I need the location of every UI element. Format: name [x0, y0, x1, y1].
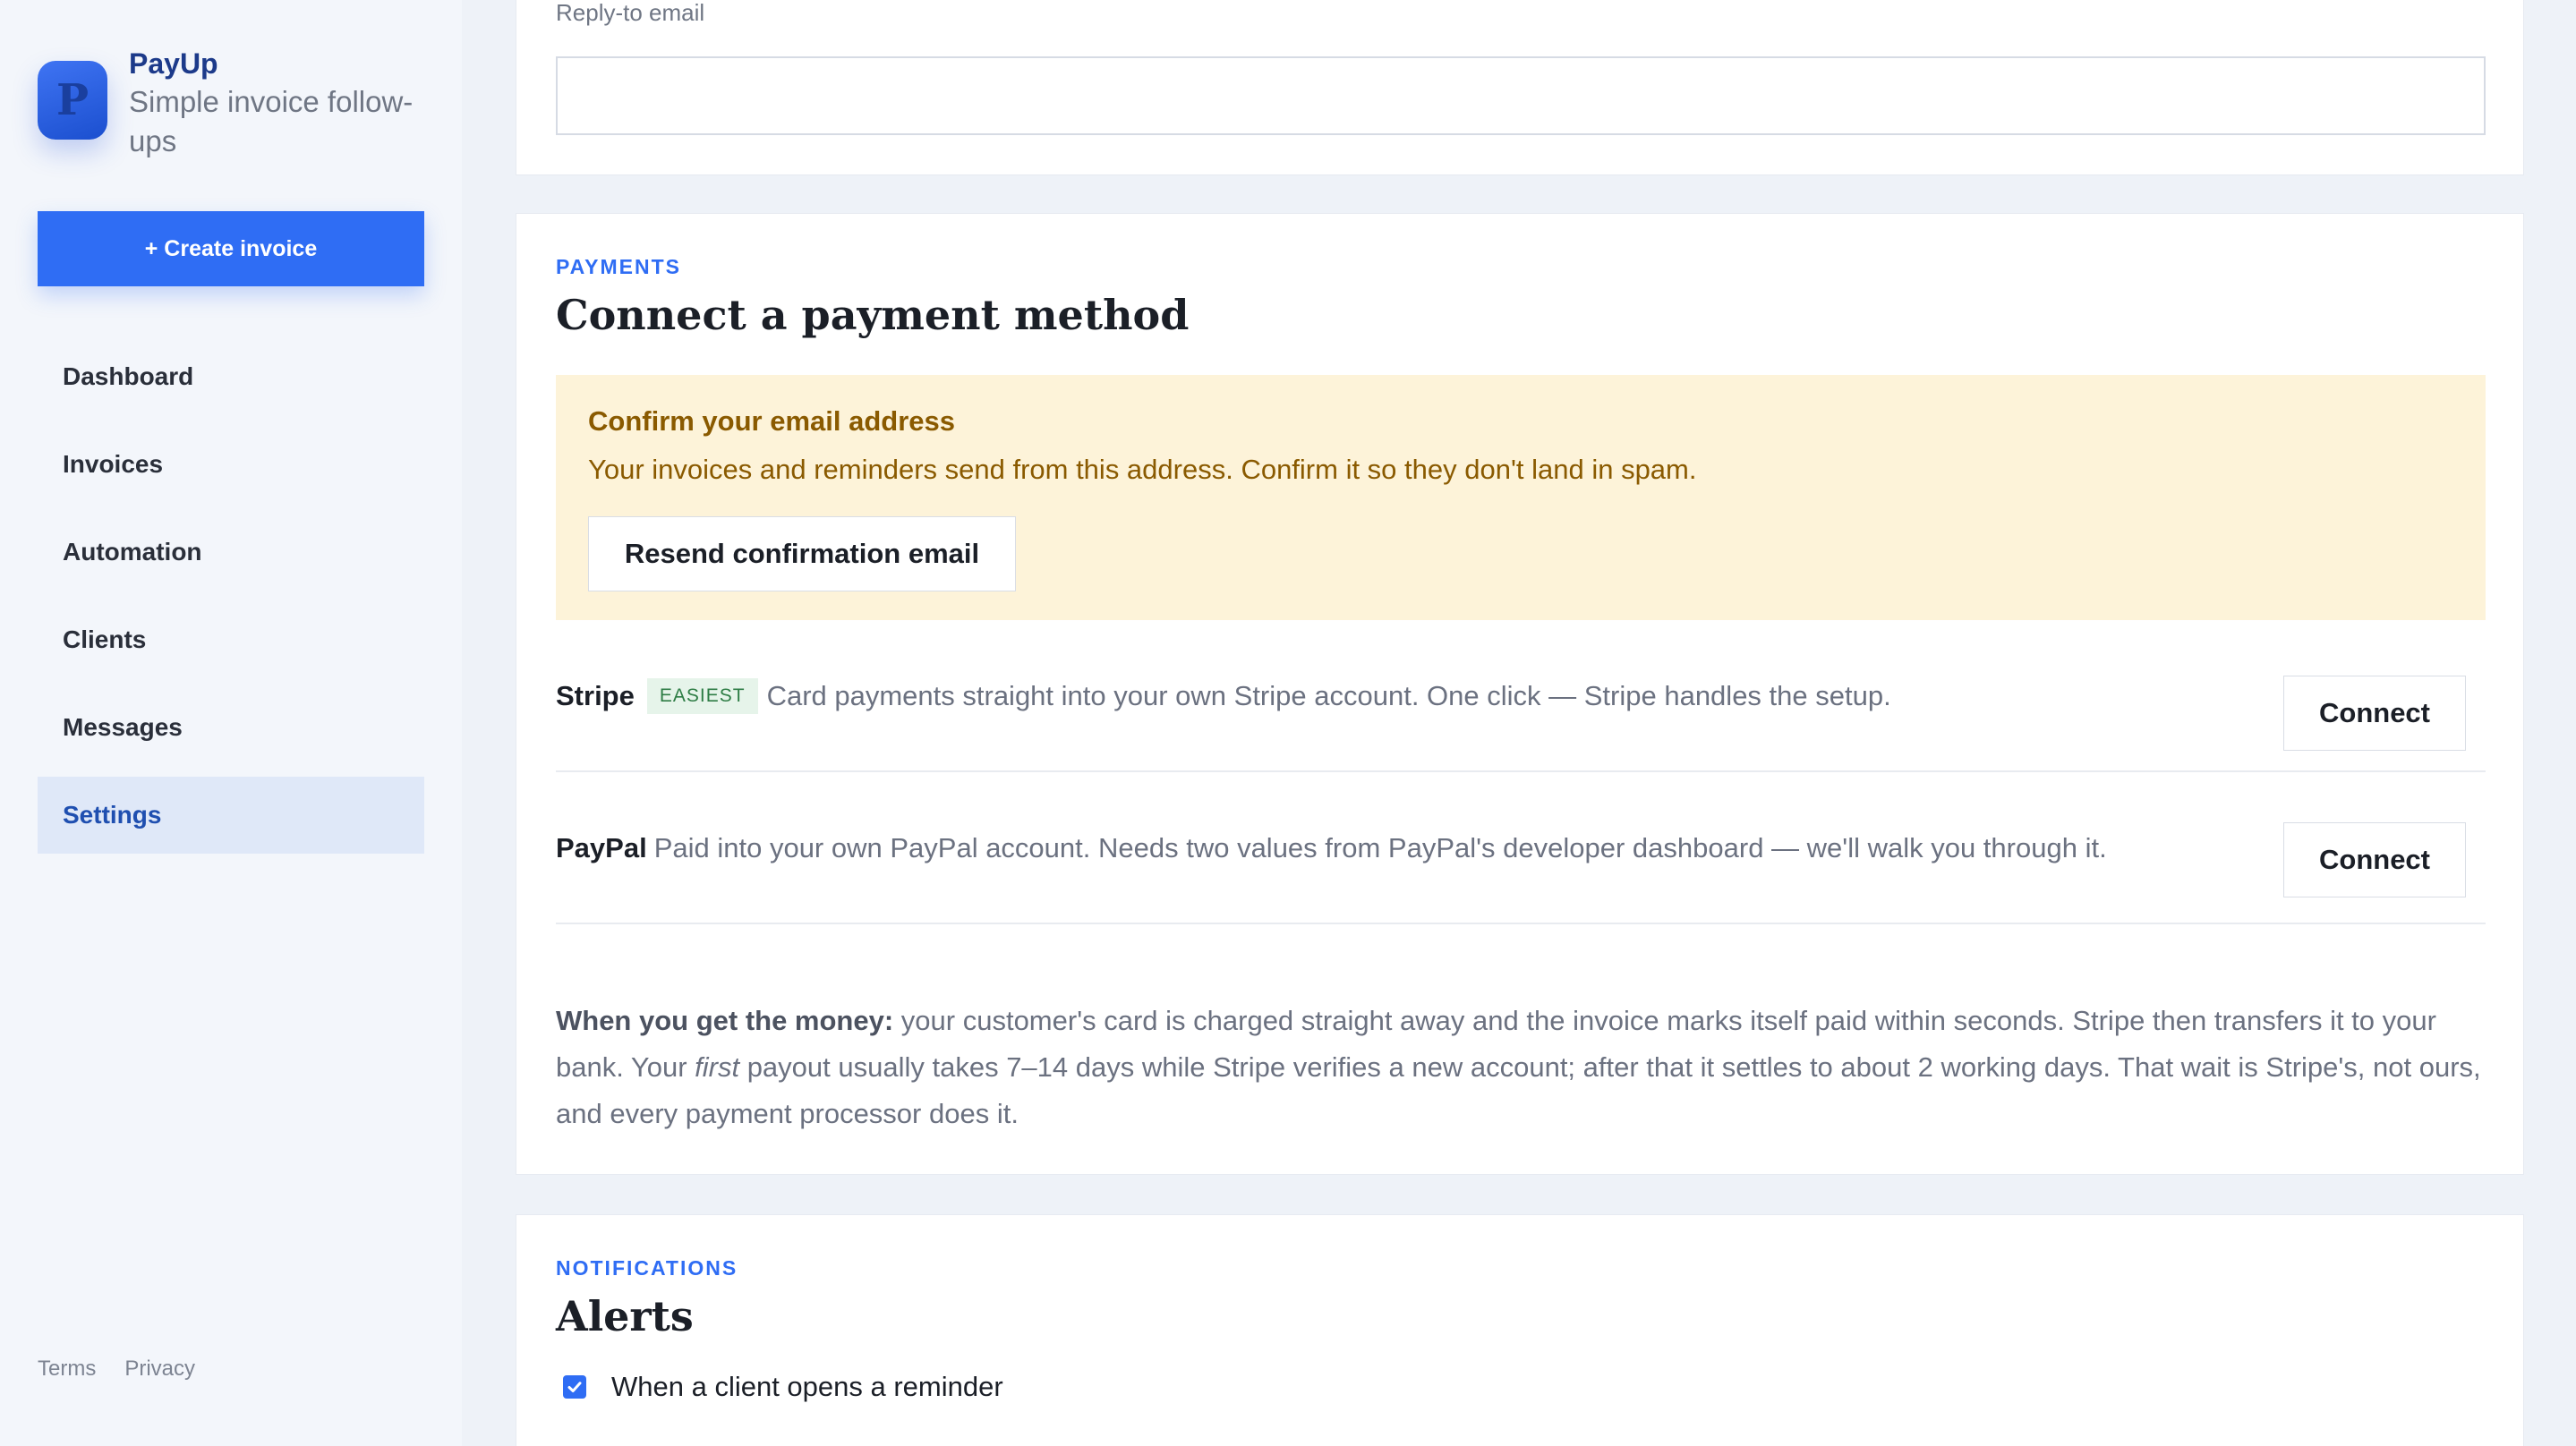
notice-title: Confirm your email address [588, 405, 956, 437]
provider-name: Stripe [556, 680, 635, 711]
terms-link[interactable]: Terms [38, 1357, 96, 1382]
sidebar-item-messages[interactable]: Messages [38, 689, 424, 766]
payments-eyebrow: PAYMENTS [556, 255, 681, 278]
alert-item: When a client opens a reminder [563, 1371, 1003, 1403]
reply-to-card: Reply-to email [516, 0, 2524, 175]
sidebar-item-invoices[interactable]: Invoices [38, 426, 424, 503]
stripe-connect-button[interactable]: Connect [2283, 676, 2466, 751]
app-root: P PayUp Simple invoice follow-ups + Crea… [0, 0, 2576, 1446]
notifications-card: NOTIFICATIONS Alerts When a client opens… [516, 1214, 2524, 1446]
reply-to-label: Reply-to email [556, 0, 705, 26]
alert-checkbox[interactable] [563, 1375, 586, 1399]
reply-to-email-input[interactable] [556, 56, 2486, 135]
confirm-email-notice: Confirm your email address Your invoices… [556, 375, 2486, 620]
check-icon [567, 1382, 582, 1392]
brand-logo: P [38, 61, 107, 140]
payments-card: PAYMENTS Connect a payment method Confir… [516, 213, 2524, 1175]
create-invoice-button[interactable]: + Create invoice [38, 211, 424, 286]
provider-description: Card payments straight into your own Str… [766, 680, 1891, 711]
brand-tagline: Simple invoice follow-ups [129, 85, 414, 157]
footer-links: Terms Privacy [38, 1357, 195, 1382]
sidebar-item-settings[interactable]: Settings [38, 777, 424, 854]
note-emphasis: first [695, 1051, 740, 1083]
easiest-badge: EASIEST [646, 678, 758, 714]
brand-name: PayUp [129, 47, 218, 80]
resend-confirmation-button[interactable]: Resend confirmation email [588, 516, 1016, 591]
privacy-link[interactable]: Privacy [124, 1357, 195, 1382]
sidebar-nav: Dashboard Invoices Automation Clients Me… [38, 338, 424, 864]
payments-title: Connect a payment method [556, 291, 1190, 339]
sidebar: P PayUp Simple invoice follow-ups + Crea… [0, 0, 462, 1446]
paypal-connect-button[interactable]: Connect [2283, 822, 2466, 897]
brand: P PayUp Simple invoice follow-ups [38, 45, 451, 161]
note-lead: When you get the money: [556, 1005, 894, 1036]
notifications-eyebrow: NOTIFICATIONS [556, 1256, 738, 1280]
sidebar-item-clients[interactable]: Clients [38, 601, 424, 678]
sidebar-item-automation[interactable]: Automation [38, 514, 424, 591]
alert-label: When a client opens a reminder [611, 1371, 1003, 1402]
payout-timing-note: When you get the money: your customer's … [556, 1005, 2481, 1129]
sidebar-item-dashboard[interactable]: Dashboard [38, 338, 424, 415]
provider-row-stripe: Stripe EASIEST Card payments straight in… [556, 620, 2486, 772]
provider-row-paypal: PayPal Paid into your own PayPal account… [556, 772, 2486, 924]
provider-description: Paid into your own PayPal account. Needs… [653, 832, 2107, 863]
notifications-title: Alerts [556, 1292, 694, 1340]
provider-name: PayPal [556, 832, 647, 863]
notice-body: Your invoices and reminders send from th… [588, 454, 1697, 485]
